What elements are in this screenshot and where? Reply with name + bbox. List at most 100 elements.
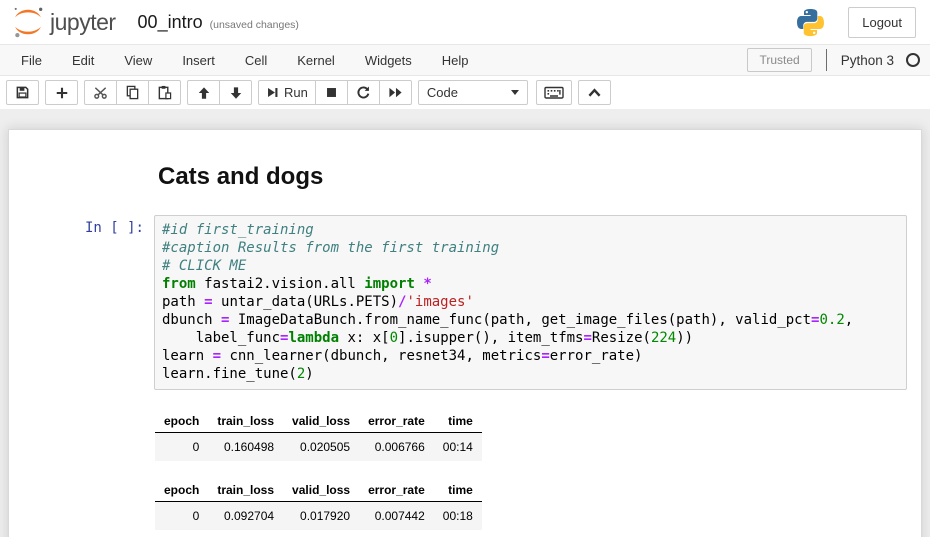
column-header: time (434, 410, 482, 433)
training-results-table-1: epochtrain_lossvalid_losserror_ratetime0… (155, 410, 482, 461)
menu-cell[interactable]: Cell (230, 45, 282, 75)
notebook-container: Cats and dogs In [ ]: #id first_training… (8, 129, 922, 537)
autosave-status: (unsaved changes) (210, 13, 299, 31)
column-header: epoch (155, 479, 208, 502)
output-prompt-col (9, 400, 154, 537)
menubar-divider (826, 49, 827, 71)
menu-help[interactable]: Help (427, 45, 484, 75)
trusted-badge[interactable]: Trusted (747, 48, 811, 72)
code-area[interactable]: #id first_training#caption Results from … (154, 215, 907, 390)
logout-button[interactable]: Logout (848, 7, 916, 38)
move-cell-down-button[interactable] (219, 80, 252, 105)
jupyter-logo-text: jupyter (50, 9, 116, 36)
table-row: 00.1604980.0205050.00676600:14 (155, 433, 482, 462)
table-cell: 00:14 (434, 433, 482, 462)
code-line: from fastai2.vision.all import * (162, 275, 898, 293)
cell-type-value: Code (427, 85, 458, 100)
table-cell: 0.092704 (208, 502, 283, 531)
code-line: dbunch = ImageDataBunch.from_name_func(p… (162, 311, 898, 329)
command-palette-button[interactable] (536, 80, 572, 105)
add-cell-icon (55, 86, 69, 100)
restart-kernel-button[interactable] (347, 80, 380, 105)
training-results-table-2: epochtrain_lossvalid_losserror_ratetime0… (155, 479, 482, 537)
code-line: label_func=lambda x: x[0].isupper(), ite… (162, 329, 898, 347)
cut-icon (93, 85, 108, 100)
table-cell: 1 (155, 530, 208, 537)
table-row: 10.0277850.0124490.00541300:18 (155, 530, 482, 537)
menu-insert[interactable]: Insert (167, 45, 230, 75)
kernel-name: Python 3 (841, 53, 894, 68)
table-cell: 0 (155, 433, 208, 462)
save-icon (15, 85, 30, 100)
input-prompt: In [ ]: (9, 215, 154, 390)
code-line: #id first_training (162, 221, 898, 239)
markdown-prompt-col (9, 147, 154, 205)
table-cell: 0.007442 (359, 502, 434, 531)
move-up-icon (197, 86, 211, 100)
run-step-forward-icon (266, 86, 279, 99)
header: jupyter 00_intro (unsaved changes) Logou… (0, 0, 930, 44)
paste-icon (157, 85, 172, 100)
chevron-down-icon (511, 90, 519, 95)
column-header: epoch (155, 410, 208, 433)
column-header: time (434, 479, 482, 502)
code-line: path = untar_data(URLs.PETS)/'images' (162, 293, 898, 311)
stop-icon (325, 86, 338, 99)
table-cell: 00:18 (434, 530, 482, 537)
table-cell: 0 (155, 502, 208, 531)
column-header: error_rate (359, 410, 434, 433)
copy-cell-button[interactable] (116, 80, 149, 105)
menubar-items: FileEditViewInsertCellKernelWidgetsHelp (6, 45, 484, 75)
restart-run-all-button[interactable] (379, 80, 412, 105)
run-cell-button[interactable]: Run (258, 80, 316, 105)
code-line: learn = cnn_learner(dbunch, resnet34, me… (162, 347, 898, 365)
column-header: train_loss (208, 479, 283, 502)
move-cell-up-button[interactable] (187, 80, 220, 105)
column-header: valid_loss (283, 410, 359, 433)
run-button-label: Run (284, 85, 308, 100)
python-logo-icon (795, 7, 826, 38)
restart-kernel-icon (356, 85, 371, 100)
code-cell: In [ ]: #id first_training#caption Resul… (9, 210, 921, 395)
notebook-site: Cats and dogs In [ ]: #id first_training… (0, 109, 930, 537)
jupyter-logo[interactable]: jupyter (10, 4, 116, 40)
table-cell: 0.027785 (208, 530, 283, 537)
interrupt-kernel-button[interactable] (315, 80, 348, 105)
add-cell-button[interactable] (45, 80, 78, 105)
chevron-up-icon (587, 86, 602, 99)
table-cell: 0.017920 (283, 502, 359, 531)
column-header: valid_loss (283, 479, 359, 502)
column-header: train_loss (208, 410, 283, 433)
toolbar: Run Code (0, 76, 930, 109)
scroll-collapse-button[interactable] (578, 80, 611, 105)
notebook-title[interactable]: 00_intro (138, 12, 203, 33)
cell-type-select[interactable]: Code (418, 80, 528, 105)
column-header: error_rate (359, 479, 434, 502)
table-cell: 0.020505 (283, 433, 359, 462)
output-cell: epochtrain_lossvalid_losserror_ratetime0… (9, 395, 921, 537)
save-button[interactable] (6, 80, 39, 105)
table-cell: 00:18 (434, 502, 482, 531)
menu-widgets[interactable]: Widgets (350, 45, 427, 75)
section-heading: Cats and dogs (158, 163, 907, 191)
code-line: # CLICK ME (162, 257, 898, 275)
output-area: epochtrain_lossvalid_losserror_ratetime0… (154, 410, 907, 537)
table-cell: 0.006766 (359, 433, 434, 462)
markdown-cell[interactable]: Cats and dogs (9, 142, 921, 210)
table-row: 00.0927040.0179200.00744200:18 (155, 502, 482, 531)
cut-cell-button[interactable] (84, 80, 117, 105)
table-cell: 0.005413 (359, 530, 434, 537)
code-line: learn.fine_tune(2) (162, 365, 898, 383)
restart-run-all-icon (388, 85, 403, 100)
paste-cell-button[interactable] (148, 80, 181, 105)
menu-kernel[interactable]: Kernel (282, 45, 350, 75)
menu-file[interactable]: File (6, 45, 57, 75)
copy-icon (125, 85, 140, 100)
menu-view[interactable]: View (109, 45, 167, 75)
jupyter-logo-icon (10, 4, 46, 40)
menu-edit[interactable]: Edit (57, 45, 109, 75)
menubar: FileEditViewInsertCellKernelWidgetsHelp … (0, 44, 930, 76)
table-cell: 0.160498 (208, 433, 283, 462)
kernel-status-icon (906, 53, 920, 67)
keyboard-icon (544, 85, 564, 100)
